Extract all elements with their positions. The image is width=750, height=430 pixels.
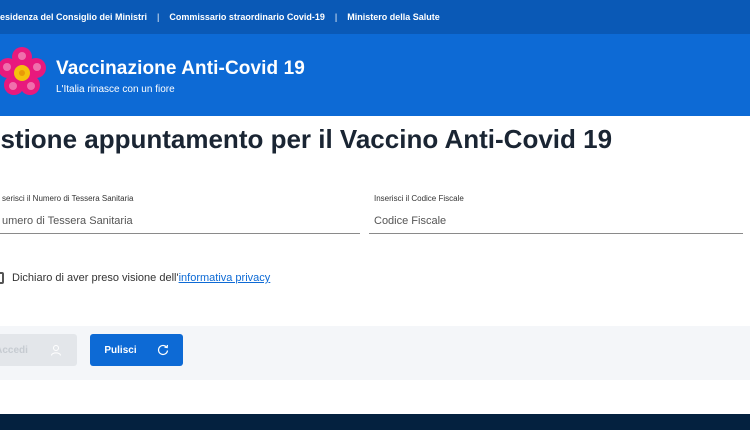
primrose-flower-icon[interactable] [0,44,50,100]
privacy-link[interactable]: informativa privacy [179,272,271,284]
topbar-link-ministero[interactable]: Ministero della Salute [347,12,440,22]
site-header: Vaccinazione Anti-Covid 19 L'Italia rina… [0,34,750,116]
topbar-separator: | [157,12,160,22]
accedi-button[interactable]: Accedi [0,334,77,366]
codice-fiscale-label: Inserisci il Codice Fiscale [374,194,464,203]
codice-fiscale-input[interactable] [369,208,743,234]
site-footer [0,414,750,430]
pulisci-label: Pulisci [104,344,137,356]
top-bar: esidenza del Consiglio dei Ministri | Co… [0,0,750,34]
refresh-icon [157,344,168,356]
privacy-consent: Dichiaro di aver preso visione dell' info… [0,270,270,286]
codice-fiscale-field: Inserisci il Codice Fiscale [369,194,743,236]
tessera-input[interactable] [0,208,360,234]
privacy-checkbox[interactable] [0,272,4,284]
pulisci-button[interactable]: Pulisci [90,334,183,366]
topbar-separator: | [334,12,338,22]
topbar-link-commissario[interactable]: Commissario straordinario Covid-19 [169,12,325,22]
site-title[interactable]: Vaccinazione Anti-Covid 19 [56,58,305,80]
actions-area: Accedi Pulisci [0,326,750,380]
page-title: estione appuntamento per il Vaccino Anti… [0,124,613,154]
accedi-label: Accedi [0,344,28,356]
privacy-text: Dichiaro di aver preso visione dell' [12,272,179,284]
tessera-field: serisci il Numero di Tessera Sanitaria [0,194,360,236]
topbar-link-presidenza[interactable]: esidenza del Consiglio dei Ministri [0,12,147,22]
tessera-label: serisci il Numero di Tessera Sanitaria [2,194,134,203]
user-icon [50,345,61,356]
site-subtitle: L'Italia rinasce con un fiore [56,84,175,95]
